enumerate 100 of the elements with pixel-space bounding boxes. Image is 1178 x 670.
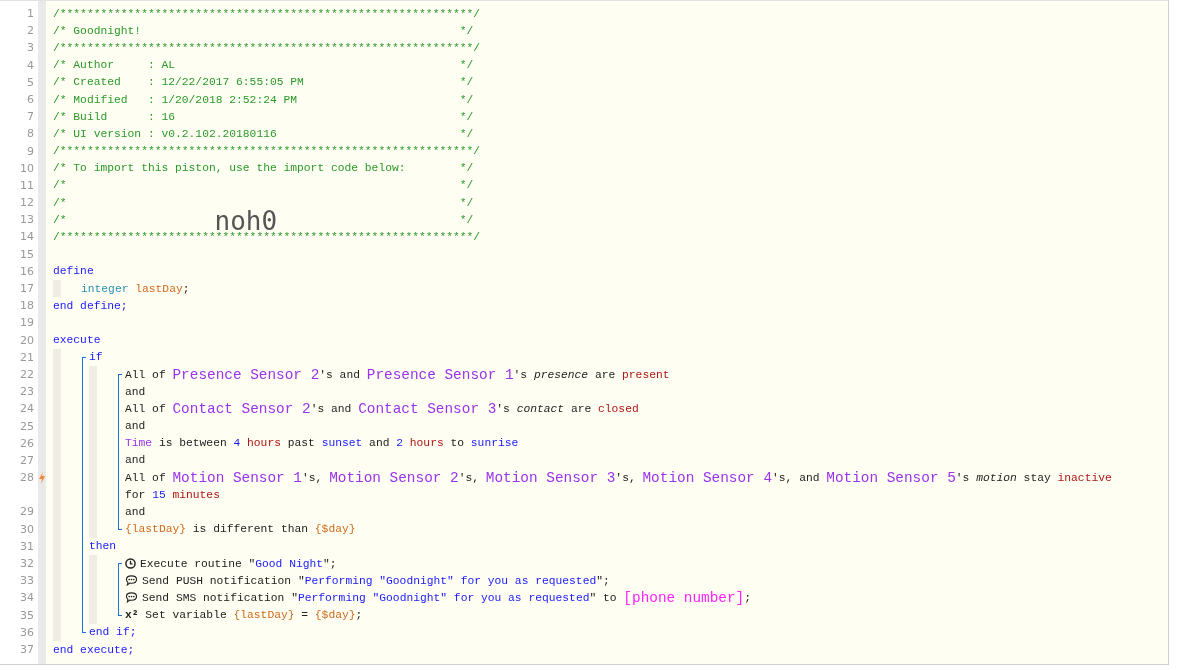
comment-text: */ xyxy=(459,179,474,192)
variable-symbol: x² xyxy=(125,609,139,622)
line-number: 27 xyxy=(19,452,35,469)
device-name: Motion Sensor 2 xyxy=(329,469,459,486)
comment-text: /************************************************************ xyxy=(53,41,467,54)
line-number: 21 xyxy=(19,349,35,366)
line-number: 29 xyxy=(19,504,35,521)
device-name: Presence Sensor 1 xyxy=(366,366,514,383)
code-text: is different than xyxy=(191,523,310,536)
line-number: 15 xyxy=(19,246,35,263)
comment-text: */ xyxy=(459,213,474,226)
code-text: for xyxy=(125,488,147,501)
variable-name: {$day} xyxy=(314,523,356,536)
code-text: 's, xyxy=(615,471,637,484)
code-text: Send SMS notification " xyxy=(142,591,298,604)
comment-text: /* Build : 16 xyxy=(53,110,176,123)
value-text: hours xyxy=(409,437,444,450)
comment-text: /* Goodnight! xyxy=(53,24,142,37)
variable-name: {lastDay} xyxy=(125,523,186,536)
device-name: Motion Sensor 3 xyxy=(485,469,616,486)
constant-text: sunset xyxy=(321,437,363,450)
line-number: 16 xyxy=(19,263,35,280)
comment-text: */ xyxy=(459,93,474,106)
line-number: 37 xyxy=(19,641,35,658)
line-number: 14 xyxy=(19,229,35,246)
keyword: execute xyxy=(53,334,101,347)
line-number: 23 xyxy=(19,384,35,401)
code-text: 's and xyxy=(319,368,361,381)
device-name: Contact Sensor 3 xyxy=(358,400,497,417)
code-text: ; xyxy=(355,609,363,622)
number-text: 15 xyxy=(152,488,167,501)
comment-text: */ xyxy=(459,110,474,123)
line-number: 30 xyxy=(19,521,35,538)
code-text: 's xyxy=(513,368,529,381)
attribute-name: motion xyxy=(976,471,1017,484)
line-number: 10 xyxy=(19,160,35,177)
string-literal: Performing "Goodnight" for you as requested xyxy=(297,591,590,604)
string-literal: Performing "Goodnight" for you as requested xyxy=(304,574,597,587)
keyword: if xyxy=(89,351,103,364)
comment-text: /* xyxy=(53,179,67,192)
line-number: 6 xyxy=(26,91,35,108)
attribute-name: presence xyxy=(533,368,589,381)
keyword: end define; xyxy=(53,299,128,312)
variable-name: lastDay xyxy=(135,282,183,295)
code-text: stay xyxy=(1022,471,1052,484)
code-text: 's, and xyxy=(772,471,821,484)
device-name: Motion Sensor 1 xyxy=(172,469,302,486)
string-literal: Good Night xyxy=(255,557,324,570)
line-number: 11 xyxy=(19,177,35,194)
variable-name: {$day} xyxy=(314,609,356,622)
comment-text: /************************************************************ xyxy=(53,145,467,158)
line-number: 33 xyxy=(19,573,35,590)
code-text: and xyxy=(125,454,146,467)
comment-text: /* xyxy=(53,213,67,226)
code-text: are xyxy=(593,368,617,381)
code-text: " to xyxy=(589,591,618,604)
constant-text: sunrise xyxy=(470,437,519,450)
code-text: and xyxy=(368,437,391,450)
code-text: 's xyxy=(955,471,971,484)
comment-text: */ xyxy=(459,76,474,89)
line-number: 18 xyxy=(19,298,35,315)
number-text: 4 xyxy=(233,437,242,450)
code-text: 's, xyxy=(302,471,324,484)
line-number: 25 xyxy=(19,418,35,435)
code-text: ; xyxy=(182,282,190,295)
value-text: present xyxy=(622,368,670,381)
comment-text: */ xyxy=(459,24,474,37)
keyword: end if; xyxy=(89,626,137,639)
comment-text: /* Author : AL xyxy=(53,59,176,72)
code-text: "; xyxy=(596,574,610,587)
code-text: Set variable xyxy=(144,609,228,622)
line-number: 28 xyxy=(19,470,35,487)
comment-text: */ xyxy=(466,145,481,158)
comment-text: /* UI version : v0.2.102.20180116 xyxy=(53,127,277,140)
speech-bubble-icon xyxy=(125,592,138,604)
value-text: minutes xyxy=(172,488,220,501)
code-text: = xyxy=(300,609,310,622)
code-text: to xyxy=(449,437,466,450)
line-number: 9 xyxy=(26,143,35,160)
code-text: 's xyxy=(496,402,511,415)
type-keyword: integer xyxy=(81,282,130,295)
code-text: and xyxy=(125,420,146,433)
comment-text: /************************************************************ xyxy=(53,7,467,20)
device-name: Motion Sensor 5 xyxy=(826,469,956,486)
line-number: 35 xyxy=(19,607,35,624)
code-text: Send PUSH notification " xyxy=(142,574,305,587)
line-number: 20 xyxy=(19,332,35,349)
code-text: 's and xyxy=(310,402,353,415)
code-text: 's, xyxy=(458,471,481,484)
device-name: Contact Sensor 2 xyxy=(172,400,311,417)
comment-text: */ xyxy=(459,162,474,175)
line-number: 7 xyxy=(26,109,35,126)
code-text: ; xyxy=(744,591,752,604)
line-number: 36 xyxy=(19,624,35,641)
line-number: 2 xyxy=(26,23,35,40)
comment-text: /* Modified : 1/20/2018 2:52:24 PM xyxy=(53,93,298,106)
line-number: 34 xyxy=(19,590,35,607)
comment-text: */ xyxy=(466,7,481,20)
comment-text: /* Created : 12/22/2017 6:55:05 PM xyxy=(53,76,304,89)
comment-text: */ xyxy=(466,41,481,54)
